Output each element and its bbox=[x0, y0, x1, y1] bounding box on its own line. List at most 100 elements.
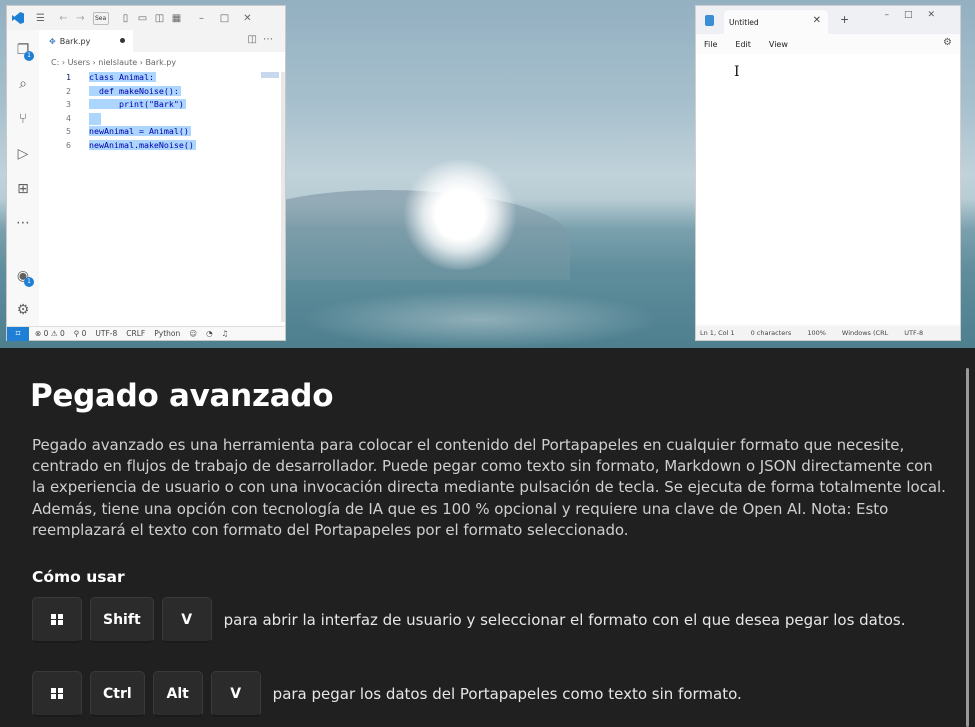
breadcrumb-drive[interactable]: C: bbox=[51, 58, 59, 67]
menu-edit[interactable]: Edit bbox=[735, 40, 751, 49]
back-arrow-icon[interactable]: ← bbox=[57, 12, 70, 25]
language-status[interactable]: Python bbox=[154, 329, 180, 338]
layout-split-icon[interactable]: ◫ bbox=[153, 12, 166, 25]
command-center-search[interactable]: Sea bbox=[93, 11, 109, 25]
sun bbox=[400, 160, 520, 270]
feature-description: Pegado avanzado es una herramienta para … bbox=[32, 436, 946, 539]
editor-tabs: ✥ Bark.py ◫⋯ bbox=[39, 30, 285, 52]
breadcrumb-user[interactable]: nielslaute bbox=[98, 58, 137, 67]
copilot-icon[interactable]: ☺ bbox=[189, 329, 197, 338]
close-icon[interactable]: ✕ bbox=[241, 12, 254, 25]
explorer-icon[interactable]: ❐ 1 bbox=[13, 40, 34, 61]
port-count: 0 bbox=[81, 329, 87, 338]
page-title: Pegado avanzado bbox=[30, 378, 334, 414]
notepad-window: Untitled ✕ + –□✕ File Edit View ⚙ I Ln 1… bbox=[695, 5, 961, 341]
line-endings: Windows (CRL bbox=[841, 329, 889, 337]
notepad-tab-label: Untitled bbox=[729, 17, 759, 27]
shortcut-row-ui: Shift V para abrir la interfaz de usuari… bbox=[32, 597, 906, 643]
notepad-text-area[interactable]: I bbox=[696, 54, 960, 324]
code-line: 2 def makeNoise(): bbox=[47, 85, 277, 99]
account-badge: 1 bbox=[24, 277, 34, 287]
notepad-app-icon bbox=[705, 15, 714, 26]
menu-icon[interactable]: ☰ bbox=[34, 12, 47, 25]
forward-arrow-icon[interactable]: → bbox=[74, 12, 87, 25]
python-file-icon: ✥ bbox=[49, 36, 56, 46]
settings-page: ☰ ← → Sea ▯ ▭ ◫ ▦ – □ ✕ ❐ 1 ⌕ ⑂ ▷ ⊞ ⋯ ◉ 1 … bbox=[0, 0, 975, 727]
source-control-icon[interactable]: ⑂ bbox=[13, 109, 33, 129]
zoom-level: 100% bbox=[807, 329, 826, 337]
breadcrumb[interactable]: C: › Users › nielslaute › Bark.py bbox=[51, 58, 176, 67]
problems-status[interactable]: ⊗ 0 ⚠ 0 bbox=[35, 329, 65, 338]
editor-actions[interactable]: ◫⋯ bbox=[248, 34, 279, 45]
text-cursor-icon: I bbox=[734, 64, 740, 80]
run-debug-icon[interactable]: ▷ bbox=[13, 144, 33, 164]
code-text: newAnimal = Animal() bbox=[89, 126, 191, 136]
code-editor[interactable]: 1 class Animal: 2 def makeNoise(): 3 pri… bbox=[47, 72, 277, 322]
layout-panel-icon[interactable]: ▭ bbox=[136, 12, 149, 25]
key-ctrl: Ctrl bbox=[90, 671, 145, 717]
eol-status[interactable]: CRLF bbox=[126, 329, 145, 338]
notepad-menubar: File Edit View bbox=[696, 34, 960, 54]
layout-sidebar-icon[interactable]: ▯ bbox=[119, 12, 132, 25]
notepad-tab-untitled[interactable]: Untitled ✕ bbox=[724, 10, 828, 34]
code-text: newAnimal.makeNoise() bbox=[89, 139, 196, 150]
feedback-icon[interactable]: ◔ bbox=[206, 329, 213, 338]
key-alt: Alt bbox=[152, 671, 203, 717]
code-line: 1 class Animal: bbox=[47, 72, 277, 85]
code-line: 3 print("Bark") bbox=[47, 99, 277, 112]
shortcut-description: para pegar los datos del Portapapeles co… bbox=[272, 685, 742, 703]
more-icon[interactable]: ⋯ bbox=[13, 213, 33, 233]
line-number: 5 bbox=[66, 126, 71, 136]
notifications-icon[interactable]: ♫ bbox=[222, 329, 229, 338]
code-text bbox=[89, 112, 101, 125]
code-line: 6 newAnimal.makeNoise() bbox=[47, 139, 277, 153]
minimize-icon[interactable]: – bbox=[195, 12, 208, 25]
key-windows bbox=[32, 597, 82, 643]
explorer-badge: 1 bbox=[24, 51, 34, 61]
close-tab-icon[interactable]: ✕ bbox=[813, 15, 821, 26]
page-scrollbar[interactable] bbox=[966, 368, 969, 727]
code-line: 4 bbox=[47, 112, 277, 126]
code-line: 5 newAnimal = Animal() bbox=[47, 126, 277, 139]
settings-gear-icon[interactable]: ⚙ bbox=[13, 300, 33, 320]
encoding: UTF-8 bbox=[904, 329, 924, 337]
extensions-icon[interactable]: ⊞ bbox=[13, 179, 33, 199]
breadcrumb-users[interactable]: Users bbox=[68, 58, 90, 67]
line-number: 6 bbox=[66, 139, 71, 150]
windows-logo-icon bbox=[51, 613, 63, 626]
shortcut-description: para abrir la interfaz de usuario y sele… bbox=[223, 611, 906, 629]
menu-view[interactable]: View bbox=[769, 40, 788, 49]
search-icon[interactable]: ⌕ bbox=[13, 74, 33, 94]
line-number: 1 bbox=[66, 72, 71, 82]
menu-file[interactable]: File bbox=[704, 40, 717, 49]
customize-layout-icon[interactable]: ▦ bbox=[170, 12, 183, 25]
hero-image: ☰ ← → Sea ▯ ▭ ◫ ▦ – □ ✕ ❐ 1 ⌕ ⑂ ▷ ⊞ ⋯ ◉ 1 … bbox=[0, 0, 975, 348]
line-number: 4 bbox=[66, 112, 71, 123]
code-text: def makeNoise(): bbox=[89, 85, 181, 96]
editor-scrollbar[interactable] bbox=[281, 72, 285, 322]
breadcrumb-file[interactable]: Bark.py bbox=[145, 58, 176, 67]
window-controls[interactable]: –□✕ bbox=[884, 10, 950, 20]
cursor-position: Ln 1, Col 1 bbox=[700, 329, 735, 337]
status-bar: ⌗ ⊗ 0 ⚠ 0 ⚲ 0 UTF-8 CRLF Python ☺ ◔ ♫ bbox=[7, 326, 285, 341]
maximize-icon[interactable]: □ bbox=[218, 12, 231, 25]
notepad-status-bar: Ln 1, Col 1 0 characters 100% Windows (C… bbox=[696, 326, 960, 340]
notepad-settings-icon[interactable]: ⚙ bbox=[943, 37, 952, 48]
line-number: 2 bbox=[66, 85, 71, 96]
encoding-status[interactable]: UTF-8 bbox=[95, 329, 117, 338]
vscode-window: ☰ ← → Sea ▯ ▭ ◫ ▦ – □ ✕ ❐ 1 ⌕ ⑂ ▷ ⊞ ⋯ ◉ 1 … bbox=[6, 5, 286, 341]
minimap[interactable] bbox=[261, 72, 279, 78]
account-icon[interactable]: ◉ 1 bbox=[13, 266, 34, 287]
error-count: 0 bbox=[43, 329, 49, 338]
new-tab-icon[interactable]: + bbox=[840, 13, 849, 26]
tab-label: Bark.py bbox=[59, 36, 91, 46]
key-v: V bbox=[210, 671, 261, 717]
remote-indicator-icon[interactable]: ⌗ bbox=[7, 326, 29, 341]
how-to-heading: Cómo usar bbox=[32, 568, 125, 586]
notepad-titlebar: Untitled ✕ + –□✕ bbox=[696, 6, 960, 34]
shortcut-row-plain-text: Ctrl Alt V para pegar los datos del Port… bbox=[32, 671, 742, 717]
ports-status[interactable]: ⚲ 0 bbox=[74, 329, 87, 338]
key-windows bbox=[32, 671, 82, 717]
character-count: 0 characters bbox=[750, 329, 792, 337]
tab-bark-py[interactable]: ✥ Bark.py bbox=[39, 30, 133, 52]
